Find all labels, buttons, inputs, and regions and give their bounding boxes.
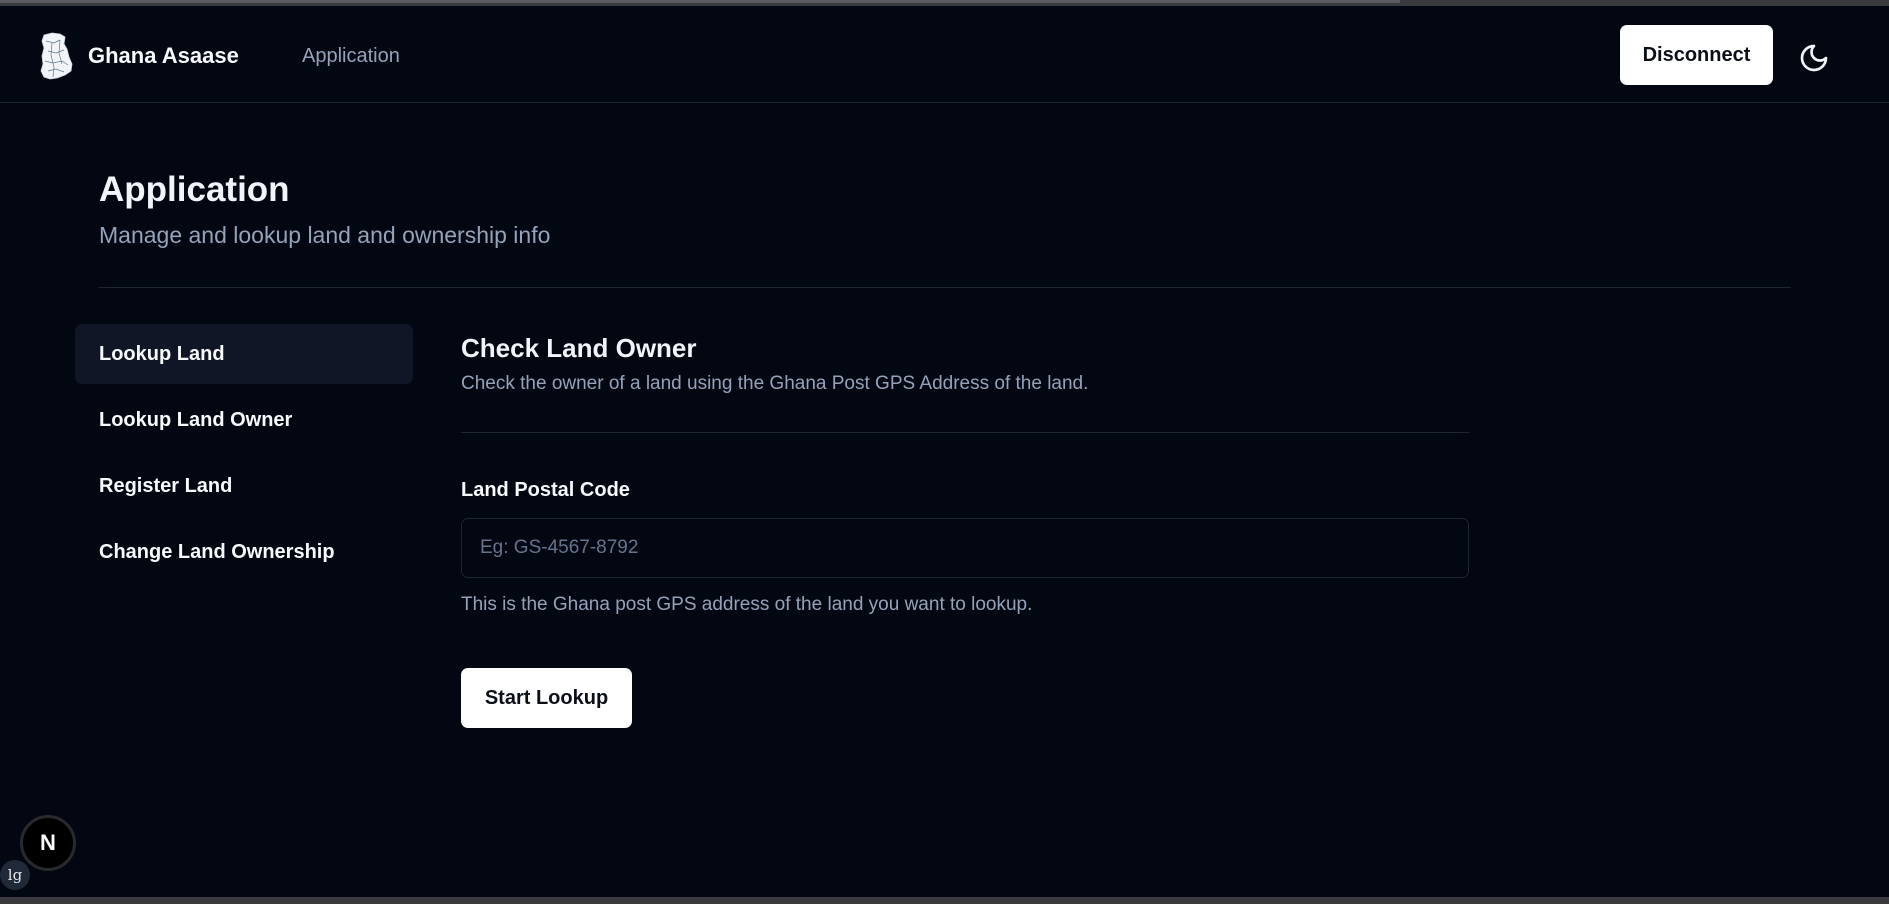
sidebar-item-register-land[interactable]: Register Land xyxy=(75,456,413,516)
sidebar-item-lookup-land[interactable]: Lookup Land xyxy=(75,324,413,384)
sidebar-nav: Lookup Land Lookup Land Owner Register L… xyxy=(75,324,413,588)
sidebar-item-lookup-land-owner[interactable]: Lookup Land Owner xyxy=(75,390,413,450)
sidebar-item-label: Lookup Land Owner xyxy=(99,408,293,431)
panel-divider xyxy=(461,432,1469,433)
ghana-map-logo xyxy=(40,32,73,80)
breakpoint-indicator: lg xyxy=(0,860,30,890)
sidebar-item-change-land-ownership[interactable]: Change Land Ownership xyxy=(75,522,413,582)
land-postal-code-help: This is the Ghana post GPS address of th… xyxy=(461,594,1033,615)
page-subtitle: Manage and lookup land and ownership inf… xyxy=(99,222,551,248)
sidebar-item-label: Register Land xyxy=(99,474,233,497)
nextjs-n-icon: N xyxy=(40,830,56,855)
panel-title: Check Land Owner xyxy=(461,333,697,363)
nextjs-dev-indicator[interactable]: N xyxy=(20,815,76,871)
app-header: Ghana Asaase Application Disconnect xyxy=(0,6,1889,103)
nav-link-application[interactable]: Application xyxy=(302,45,400,68)
sidebar-item-label: Change Land Ownership xyxy=(99,540,335,563)
browser-bottom-bar xyxy=(0,897,1889,904)
sidebar-item-label: Lookup Land xyxy=(99,342,225,365)
disconnect-button[interactable]: Disconnect xyxy=(1620,25,1773,85)
panel-description: Check the owner of a land using the Ghan… xyxy=(461,373,1089,394)
brand-name: Ghana Asaase xyxy=(88,43,239,68)
theme-toggle-button[interactable] xyxy=(1796,40,1832,76)
brand[interactable]: Ghana Asaase xyxy=(38,30,239,82)
section-divider xyxy=(99,287,1791,288)
land-postal-code-input[interactable] xyxy=(461,518,1469,578)
land-postal-code-label: Land Postal Code xyxy=(461,479,630,501)
page-title: Application xyxy=(99,170,290,209)
moon-icon xyxy=(1800,44,1828,72)
start-lookup-button[interactable]: Start Lookup xyxy=(461,668,632,728)
